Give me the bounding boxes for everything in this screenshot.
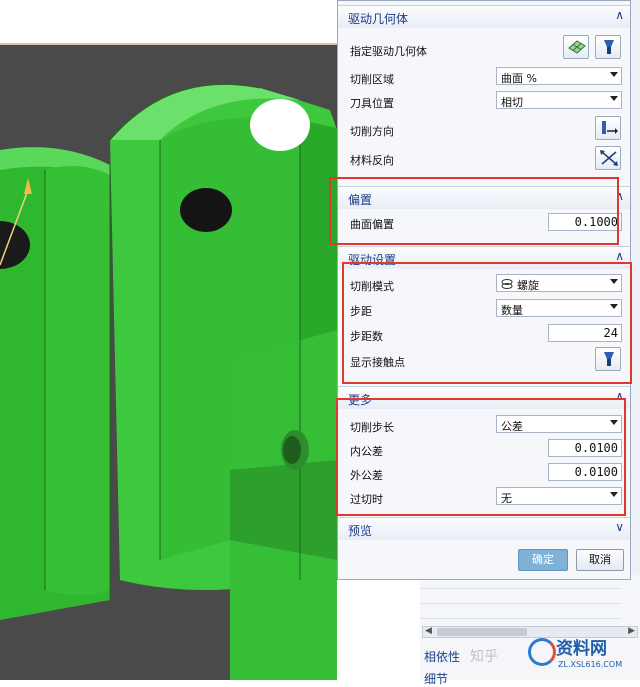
chevron-up-icon[interactable]: ∧ [615, 8, 624, 22]
section-title: 驱动几何体 [348, 12, 409, 26]
highlight-offset [329, 177, 619, 245]
site-logo-watermark: 资料网 ZL.XSL616.COM [526, 632, 638, 680]
scroll-left-icon[interactable]: ◀ [425, 626, 432, 636]
specify-drive-geometry-label: 指定驱动几何体 [350, 45, 427, 58]
zhihu-watermark: 知乎 [470, 649, 498, 665]
scroll-thumb[interactable] [437, 628, 527, 636]
logo-swirl-icon [528, 638, 556, 666]
highlight-more [336, 398, 626, 516]
flashlight-icon [604, 40, 614, 54]
chevron-down-icon [610, 72, 618, 77]
cut-region-select[interactable]: 曲面 % [496, 67, 622, 85]
logo-url: ZL.XSL616.COM [558, 660, 623, 669]
material-reverse-button[interactable] [595, 146, 621, 170]
cut-direction-icon [602, 121, 618, 134]
cut-region-label: 切削区域 [350, 73, 394, 86]
cancel-button[interactable]: 取消 [576, 549, 624, 571]
detail-tab[interactable]: 细节 [424, 670, 448, 687]
logo-title: 资料网 [556, 639, 607, 659]
tool-position-label: 刀具位置 [350, 97, 394, 110]
section-title: 预览 [348, 524, 373, 538]
section-drive-geometry[interactable]: 驱动几何体 ∧ [338, 5, 630, 28]
chevron-up-icon[interactable]: ∧ [615, 249, 624, 263]
reverse-arrows-icon [600, 150, 618, 166]
cut-direction-label: 切削方向 [350, 125, 394, 138]
highlight-drive-settings [342, 262, 632, 384]
chevron-down-icon [610, 96, 618, 101]
display-geometry-button[interactable] [595, 35, 621, 59]
chevron-down-icon[interactable]: ∨ [615, 520, 624, 534]
section-preview[interactable]: 预览 ∨ [338, 517, 630, 540]
material-reverse-label: 材料反向 [350, 154, 394, 167]
cut-direction-button[interactable] [595, 116, 621, 140]
select-geometry-button[interactable] [563, 35, 589, 59]
tool-position-select[interactable]: 相切 [496, 91, 622, 109]
ok-button[interactable]: 确定 [518, 549, 568, 571]
dependency-tab[interactable]: 相依性 [424, 648, 460, 665]
mesh-surface-icon [568, 40, 586, 54]
